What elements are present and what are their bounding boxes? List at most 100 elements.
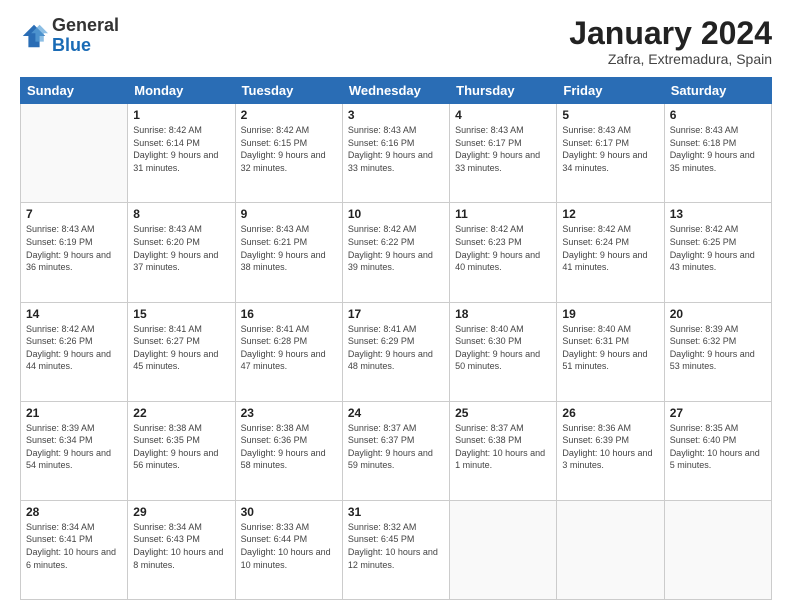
day-info: Sunrise: 8:43 AMSunset: 6:19 PMDaylight:… — [26, 223, 122, 273]
table-row: 9Sunrise: 8:43 AMSunset: 6:21 PMDaylight… — [235, 203, 342, 302]
header-wednesday: Wednesday — [342, 78, 449, 104]
day-number: 16 — [241, 307, 337, 321]
table-row — [557, 500, 664, 599]
day-number: 25 — [455, 406, 551, 420]
table-row: 10 Sunrise: 8:42 AMSunset: 6:22 PMDayligh… — [342, 203, 449, 302]
day-info: Sunrise: 8:38 AMSunset: 6:35 PMDaylight:… — [133, 422, 229, 472]
table-row: 20 Sunrise: 8:39 AMSunset: 6:32 PMDayligh… — [664, 302, 771, 401]
table-row: 11 Sunrise: 8:42 AMSunset: 6:23 PMDayligh… — [450, 203, 557, 302]
day-info: Sunrise: 8:38 AMSunset: 6:36 PMDaylight:… — [241, 422, 337, 472]
day-number: 15 — [133, 307, 229, 321]
location-subtitle: Zafra, Extremadura, Spain — [569, 51, 772, 67]
day-info: Sunrise: 8:43 AMSunset: 6:16 PMDaylight:… — [348, 124, 444, 174]
day-info: Sunrise: 8:43 AMSunset: 6:18 PMDaylight:… — [670, 124, 766, 174]
table-row: 12Sunrise: 8:42 AMSunset: 6:24 PMDayligh… — [557, 203, 664, 302]
day-number: 30 — [241, 505, 337, 519]
day-number: 17 — [348, 307, 444, 321]
table-row: 28 Sunrise: 8:34 AMSunset: 6:41 PMDayligh… — [21, 500, 128, 599]
day-number: 19 — [562, 307, 658, 321]
table-row: 25 Sunrise: 8:37 AMSunset: 6:38 PMDayligh… — [450, 401, 557, 500]
logo-general: General — [52, 15, 119, 35]
calendar-week-row: 1 Sunrise: 8:42 AMSunset: 6:14 PMDaylight… — [21, 104, 772, 203]
calendar-header-row: Sunday Monday Tuesday Wednesday Thursday… — [21, 78, 772, 104]
day-info: Sunrise: 8:43 AMSunset: 6:17 PMDaylight:… — [562, 124, 658, 174]
table-row: 2Sunrise: 8:42 AMSunset: 6:15 PMDaylight… — [235, 104, 342, 203]
day-number: 11 — [455, 207, 551, 221]
table-row: 23Sunrise: 8:38 AMSunset: 6:36 PMDayligh… — [235, 401, 342, 500]
calendar-week-row: 21Sunrise: 8:39 AMSunset: 6:34 PMDayligh… — [21, 401, 772, 500]
table-row: 14 Sunrise: 8:42 AMSunset: 6:26 PMDayligh… — [21, 302, 128, 401]
table-row: 16 Sunrise: 8:41 AMSunset: 6:28 PMDayligh… — [235, 302, 342, 401]
day-number: 13 — [670, 207, 766, 221]
day-number: 14 — [26, 307, 122, 321]
day-number: 1 — [133, 108, 229, 122]
day-number: 31 — [348, 505, 444, 519]
table-row: 13 Sunrise: 8:42 AMSunset: 6:25 PMDayligh… — [664, 203, 771, 302]
day-info: Sunrise: 8:42 AMSunset: 6:14 PMDaylight:… — [133, 124, 229, 174]
day-info: Sunrise: 8:35 AMSunset: 6:40 PMDaylight:… — [670, 422, 766, 472]
header-monday: Monday — [128, 78, 235, 104]
header-tuesday: Tuesday — [235, 78, 342, 104]
header-sunday: Sunday — [21, 78, 128, 104]
day-info: Sunrise: 8:34 AMSunset: 6:43 PMDaylight:… — [133, 521, 229, 571]
logo-blue: Blue — [52, 35, 91, 55]
table-row: 7 Sunrise: 8:43 AMSunset: 6:19 PMDaylight… — [21, 203, 128, 302]
day-number: 2 — [241, 108, 337, 122]
day-number: 6 — [670, 108, 766, 122]
day-info: Sunrise: 8:41 AMSunset: 6:27 PMDaylight:… — [133, 323, 229, 373]
table-row: 30 Sunrise: 8:33 AMSunset: 6:44 PMDayligh… — [235, 500, 342, 599]
header-saturday: Saturday — [664, 78, 771, 104]
title-block: January 2024 Zafra, Extremadura, Spain — [569, 16, 772, 67]
table-row: 18Sunrise: 8:40 AMSunset: 6:30 PMDayligh… — [450, 302, 557, 401]
day-info: Sunrise: 8:34 AMSunset: 6:41 PMDaylight:… — [26, 521, 122, 571]
day-info: Sunrise: 8:41 AMSunset: 6:28 PMDaylight:… — [241, 323, 337, 373]
table-row: 8 Sunrise: 8:43 AMSunset: 6:20 PMDaylight… — [128, 203, 235, 302]
day-info: Sunrise: 8:32 AMSunset: 6:45 PMDaylight:… — [348, 521, 444, 571]
table-row: 6 Sunrise: 8:43 AMSunset: 6:18 PMDaylight… — [664, 104, 771, 203]
day-number: 26 — [562, 406, 658, 420]
day-info: Sunrise: 8:33 AMSunset: 6:44 PMDaylight:… — [241, 521, 337, 571]
day-number: 21 — [26, 406, 122, 420]
day-number: 7 — [26, 207, 122, 221]
table-row: 27Sunrise: 8:35 AMSunset: 6:40 PMDayligh… — [664, 401, 771, 500]
day-info: Sunrise: 8:40 AMSunset: 6:31 PMDaylight:… — [562, 323, 658, 373]
page: General Blue January 2024 Zafra, Extrema… — [0, 0, 792, 612]
month-title: January 2024 — [569, 16, 772, 51]
table-row: 24Sunrise: 8:37 AMSunset: 6:37 PMDayligh… — [342, 401, 449, 500]
table-row: 21Sunrise: 8:39 AMSunset: 6:34 PMDayligh… — [21, 401, 128, 500]
day-info: Sunrise: 8:37 AMSunset: 6:37 PMDaylight:… — [348, 422, 444, 472]
table-row: 31 Sunrise: 8:32 AMSunset: 6:45 PMDayligh… — [342, 500, 449, 599]
table-row: 3Sunrise: 8:43 AMSunset: 6:16 PMDaylight… — [342, 104, 449, 203]
table-row — [21, 104, 128, 203]
table-row: 17Sunrise: 8:41 AMSunset: 6:29 PMDayligh… — [342, 302, 449, 401]
table-row: 26Sunrise: 8:36 AMSunset: 6:39 PMDayligh… — [557, 401, 664, 500]
table-row: 15 Sunrise: 8:41 AMSunset: 6:27 PMDayligh… — [128, 302, 235, 401]
table-row: 4 Sunrise: 8:43 AMSunset: 6:17 PMDaylight… — [450, 104, 557, 203]
table-row — [450, 500, 557, 599]
day-number: 10 — [348, 207, 444, 221]
day-number: 4 — [455, 108, 551, 122]
day-number: 28 — [26, 505, 122, 519]
day-number: 22 — [133, 406, 229, 420]
day-info: Sunrise: 8:42 AMSunset: 6:22 PMDaylight:… — [348, 223, 444, 273]
day-number: 12 — [562, 207, 658, 221]
day-info: Sunrise: 8:43 AMSunset: 6:20 PMDaylight:… — [133, 223, 229, 273]
day-number: 29 — [133, 505, 229, 519]
day-info: Sunrise: 8:42 AMSunset: 6:23 PMDaylight:… — [455, 223, 551, 273]
day-info: Sunrise: 8:39 AMSunset: 6:32 PMDaylight:… — [670, 323, 766, 373]
table-row: 5Sunrise: 8:43 AMSunset: 6:17 PMDaylight… — [557, 104, 664, 203]
header-thursday: Thursday — [450, 78, 557, 104]
day-number: 18 — [455, 307, 551, 321]
table-row: 22 Sunrise: 8:38 AMSunset: 6:35 PMDayligh… — [128, 401, 235, 500]
logo: General Blue — [20, 16, 119, 56]
table-row: 29 Sunrise: 8:34 AMSunset: 6:43 PMDayligh… — [128, 500, 235, 599]
day-number: 20 — [670, 307, 766, 321]
day-info: Sunrise: 8:43 AMSunset: 6:17 PMDaylight:… — [455, 124, 551, 174]
day-info: Sunrise: 8:42 AMSunset: 6:25 PMDaylight:… — [670, 223, 766, 273]
day-info: Sunrise: 8:43 AMSunset: 6:21 PMDaylight:… — [241, 223, 337, 273]
calendar-week-row: 14 Sunrise: 8:42 AMSunset: 6:26 PMDayligh… — [21, 302, 772, 401]
day-info: Sunrise: 8:37 AMSunset: 6:38 PMDaylight:… — [455, 422, 551, 472]
day-info: Sunrise: 8:42 AMSunset: 6:26 PMDaylight:… — [26, 323, 122, 373]
table-row: 1 Sunrise: 8:42 AMSunset: 6:14 PMDaylight… — [128, 104, 235, 203]
day-number: 8 — [133, 207, 229, 221]
